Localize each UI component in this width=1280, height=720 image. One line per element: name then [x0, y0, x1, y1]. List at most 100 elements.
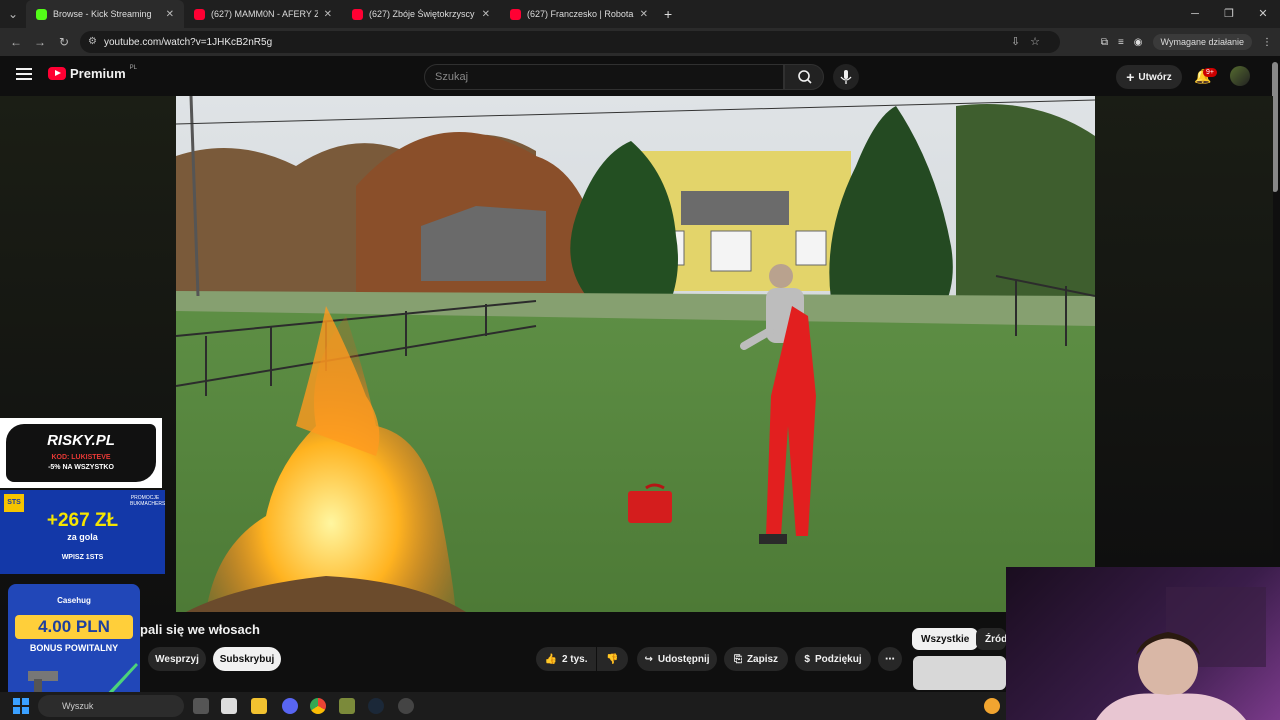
discord-icon[interactable]	[282, 698, 298, 714]
url-text: youtube.com/watch?v=1JHKcB2nR5g	[104, 36, 273, 48]
browser-toolbar: ← → ↻ ⚙ youtube.com/watch?v=1JHKcB2nR5g …	[0, 28, 1280, 56]
profile-icon[interactable]: ◉	[1134, 37, 1143, 48]
close-tab-icon[interactable]: ✕	[324, 9, 332, 20]
steam-icon[interactable]	[368, 698, 384, 714]
windows-start-icon[interactable]	[13, 698, 29, 714]
search-input[interactable]: Szukaj	[424, 64, 784, 90]
like-button[interactable]: 👍 2 tys.	[536, 647, 596, 671]
weather-icon	[984, 698, 1000, 714]
thanks-button[interactable]: $ Podziękuj	[795, 647, 871, 671]
tab-kick[interactable]: Browse - Kick Streaming ✕	[26, 0, 184, 28]
video-player[interactable]	[176, 96, 1095, 612]
dollar-icon: $	[804, 653, 810, 665]
video-title: pali się we włosach	[140, 622, 260, 637]
app-icon[interactable]	[398, 698, 414, 714]
site-info-icon[interactable]: ⚙	[88, 36, 97, 47]
sts-tag: PROMOCJE BUKMACHERSKIE	[130, 495, 165, 507]
risky-promo: -5% NA WSZYSTKO	[48, 464, 114, 471]
sts-sub: za gola	[67, 532, 98, 542]
close-tab-icon[interactable]: ✕	[640, 9, 648, 20]
menu-hamburger-icon[interactable]	[16, 68, 32, 80]
ambient-glow-right	[1095, 96, 1273, 566]
file-explorer-icon[interactable]	[251, 698, 267, 714]
bookmark-icon: ⎘	[733, 653, 742, 665]
back-icon[interactable]: ←	[4, 35, 28, 49]
youtube-header: Premium PL Szukaj + Utwórz 🔔	[0, 56, 1280, 96]
youtube-logo[interactable]: Premium PL	[48, 64, 137, 81]
restore-icon[interactable]: ❐	[1212, 0, 1246, 28]
close-tab-icon[interactable]: ✕	[482, 9, 490, 20]
tab-youtube-1[interactable]: (627) MAMM0N - AFERY ZBIUR ✕	[184, 0, 342, 28]
chrome-icon[interactable]	[310, 698, 326, 714]
subscribe-button[interactable]: Subskrybuj	[213, 647, 281, 671]
save-label: Zapisz	[746, 653, 779, 665]
taskbar-search-input[interactable]: Wyszuk	[38, 695, 184, 717]
risky-brand: RISKY.PL	[47, 432, 115, 449]
webcam-overlay	[1006, 567, 1280, 720]
recommended-thumbnail[interactable]	[913, 656, 1006, 690]
chip-all[interactable]: Wszystkie	[912, 628, 979, 650]
extensions-icon[interactable]: ⧉	[1101, 37, 1108, 48]
browser-tab-strip: ⌄ Browse - Kick Streaming ✕ (627) MAMM0N…	[0, 0, 1280, 28]
app-icon[interactable]	[221, 698, 237, 714]
address-bar[interactable]: ⚙ youtube.com/watch?v=1JHKcB2nR5g ⇩☆	[80, 31, 1060, 53]
reload-icon[interactable]: ↻	[52, 35, 76, 49]
menu-kebab-icon[interactable]: ⋮	[1262, 37, 1272, 48]
casehug-bonus: BONUS POWITALNY	[29, 643, 119, 653]
share-arrow-icon: ↪	[644, 653, 653, 665]
account-avatar[interactable]	[1230, 66, 1250, 86]
casehug-amount: 4.00 PLN	[15, 615, 133, 639]
bookmark-star-icon[interactable]: ☆	[1030, 36, 1050, 48]
install-icon[interactable]: ⇩	[1011, 36, 1030, 48]
casehug-brand: Casehug	[57, 596, 91, 605]
close-tab-icon[interactable]: ✕	[166, 9, 174, 20]
youtube-favicon-icon	[194, 8, 205, 20]
dislike-button[interactable]: 👎	[597, 647, 628, 671]
support-button[interactable]: Wesprzyj	[148, 647, 206, 671]
minimize-icon[interactable]: ─	[1178, 0, 1212, 28]
notifications-badge: 9+	[1203, 68, 1217, 77]
windows-taskbar: Wyszuk	[0, 692, 1006, 720]
video-frame	[176, 96, 1095, 612]
new-tab-button[interactable]: +	[664, 6, 672, 22]
logo-text: Premium	[70, 66, 126, 81]
close-window-icon[interactable]: ✕	[1246, 0, 1280, 28]
save-button[interactable]: ⎘ Zapisz	[724, 647, 788, 671]
youtube-favicon-icon	[352, 8, 363, 20]
microphone-icon	[840, 70, 852, 84]
app-icon[interactable]	[339, 698, 355, 714]
plus-icon: +	[1126, 69, 1135, 85]
create-label: Utwórz	[1138, 71, 1172, 83]
tab-youtube-3[interactable]: (627) Franczesko | Robota pali s ✕	[500, 0, 658, 28]
create-button[interactable]: + Utwórz	[1116, 65, 1182, 89]
required-action-button[interactable]: Wymagane działanie	[1152, 34, 1252, 50]
search-icon	[798, 70, 812, 84]
task-view-icon[interactable]	[193, 698, 209, 714]
tab-list-chevron-icon[interactable]: ⌄	[0, 7, 26, 21]
sts-ad-banner[interactable]: STS PROMOCJE BUKMACHERSKIE +267 ZŁ za go…	[0, 490, 165, 574]
thumbs-down-icon: 👎	[606, 653, 619, 665]
share-button[interactable]: ↪ Udostępnij	[637, 647, 717, 671]
window-controls: ─ ❐ ✕	[1178, 0, 1280, 28]
reading-list-icon[interactable]: ≡	[1118, 37, 1124, 48]
like-count: 2 tys.	[561, 653, 588, 665]
tab-title: (627) MAMM0N - AFERY ZBIUR	[211, 9, 318, 19]
casehug-ad-banner[interactable]: Casehug 4.00 PLN BONUS POWITALNY	[8, 584, 140, 704]
address-actions: ⇩☆	[1011, 35, 1050, 48]
more-actions-button[interactable]: ⋯	[878, 647, 902, 671]
share-label: Udostępnij	[657, 653, 710, 665]
more-horizontal-icon: ⋯	[885, 653, 895, 665]
sts-code: WPISZ 1STS	[61, 554, 104, 561]
risky-ad-banner[interactable]: RISKY.PL KOD: LUKISTEVE -5% NA WSZYSTKO	[0, 418, 162, 488]
risky-code: KOD: LUKISTEVE	[51, 454, 111, 461]
voice-search-button[interactable]	[833, 64, 859, 90]
chip-source[interactable]: Źródł	[976, 628, 1006, 650]
youtube-play-icon	[48, 67, 66, 80]
forward-icon[interactable]: →	[28, 35, 52, 49]
tab-youtube-2[interactable]: (627) Zbóje Świętokrzyscy | 5 Sa ✕	[342, 0, 500, 28]
streamer-silhouette	[1096, 587, 1266, 720]
thanks-label: Podziękuj	[814, 653, 862, 665]
logo-region: PL	[129, 64, 137, 71]
search-button[interactable]	[784, 64, 824, 90]
tab-title: (627) Franczesko | Robota pali s	[527, 9, 634, 19]
